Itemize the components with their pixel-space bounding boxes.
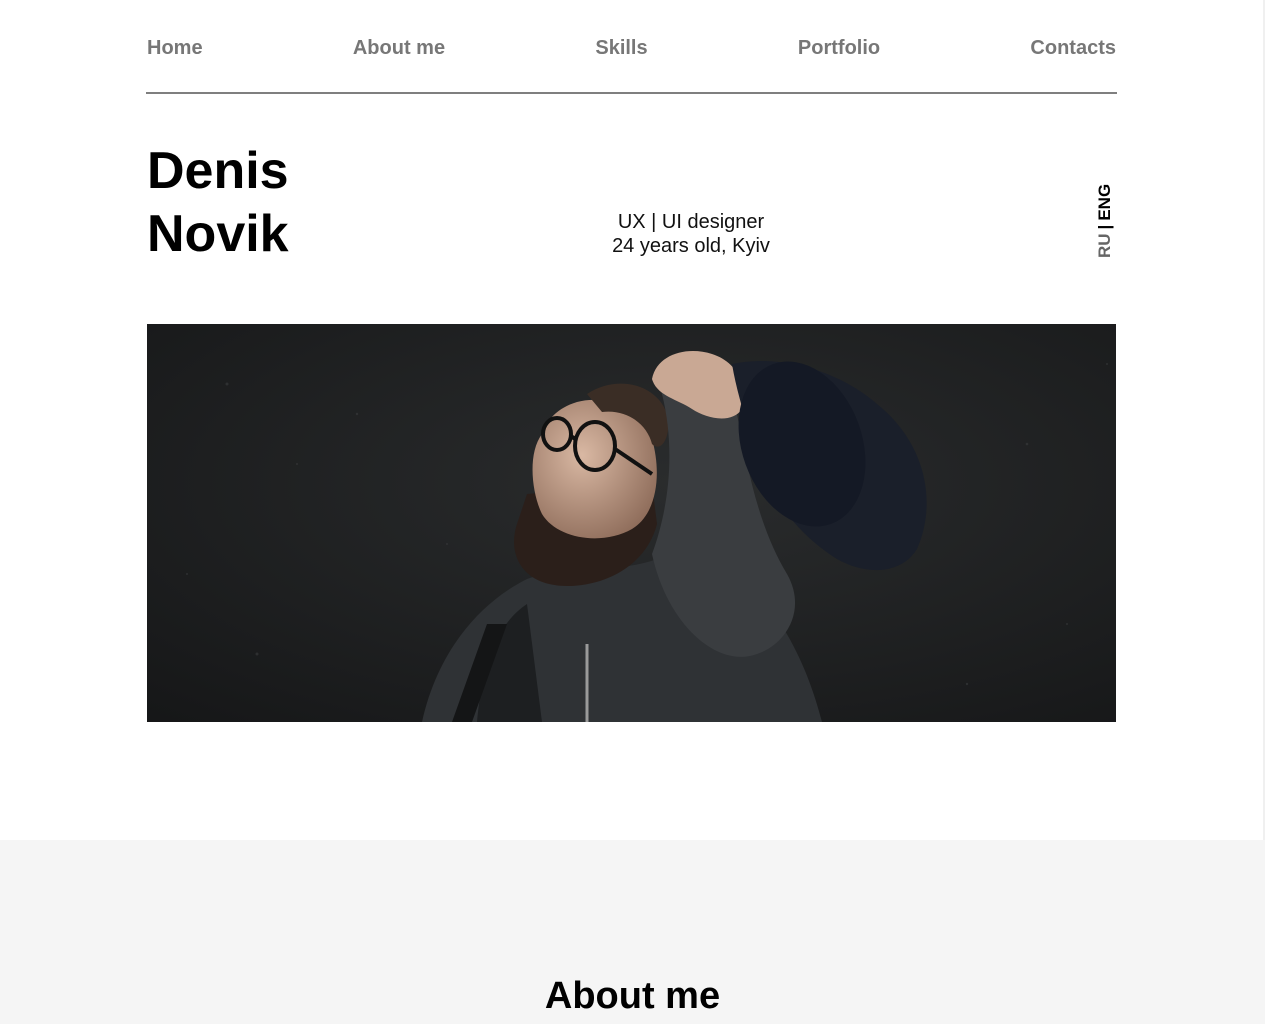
- role-text: UX | UI designer: [617, 211, 765, 233]
- lang-separator: |: [1095, 224, 1114, 230]
- details-text: 24 years old, Kyiv: [612, 235, 770, 257]
- main-nav: Home About me Skills Portfolio Contacts: [147, 36, 1116, 60]
- nav-about-link[interactable]: About me: [353, 36, 445, 60]
- hero-name: Denis Novik: [147, 140, 289, 266]
- lang-eng-link[interactable]: ENG: [1094, 184, 1116, 221]
- nav-divider: [146, 92, 1117, 94]
- language-switcher: RU | ENG: [1094, 178, 1116, 258]
- hero-photo: [147, 324, 1116, 722]
- first-name: Denis: [147, 142, 289, 200]
- page: Home About me Skills Portfolio Contacts …: [0, 0, 1265, 1024]
- nav-home-link[interactable]: Home: [147, 36, 203, 60]
- nav-contacts-link[interactable]: Contacts: [1030, 36, 1116, 60]
- last-name: Novik: [147, 205, 289, 263]
- nav-skills-link[interactable]: Skills: [595, 36, 647, 60]
- portrait-image: [147, 324, 1116, 722]
- about-title: About me: [544, 975, 721, 1017]
- nav-portfolio-link[interactable]: Portfolio: [798, 36, 880, 60]
- about-section: About me: [0, 840, 1265, 1024]
- lang-ru-link[interactable]: RU: [1094, 233, 1116, 258]
- hero-subtitle: UX | UI designer 24 years old, Kyiv: [560, 210, 822, 258]
